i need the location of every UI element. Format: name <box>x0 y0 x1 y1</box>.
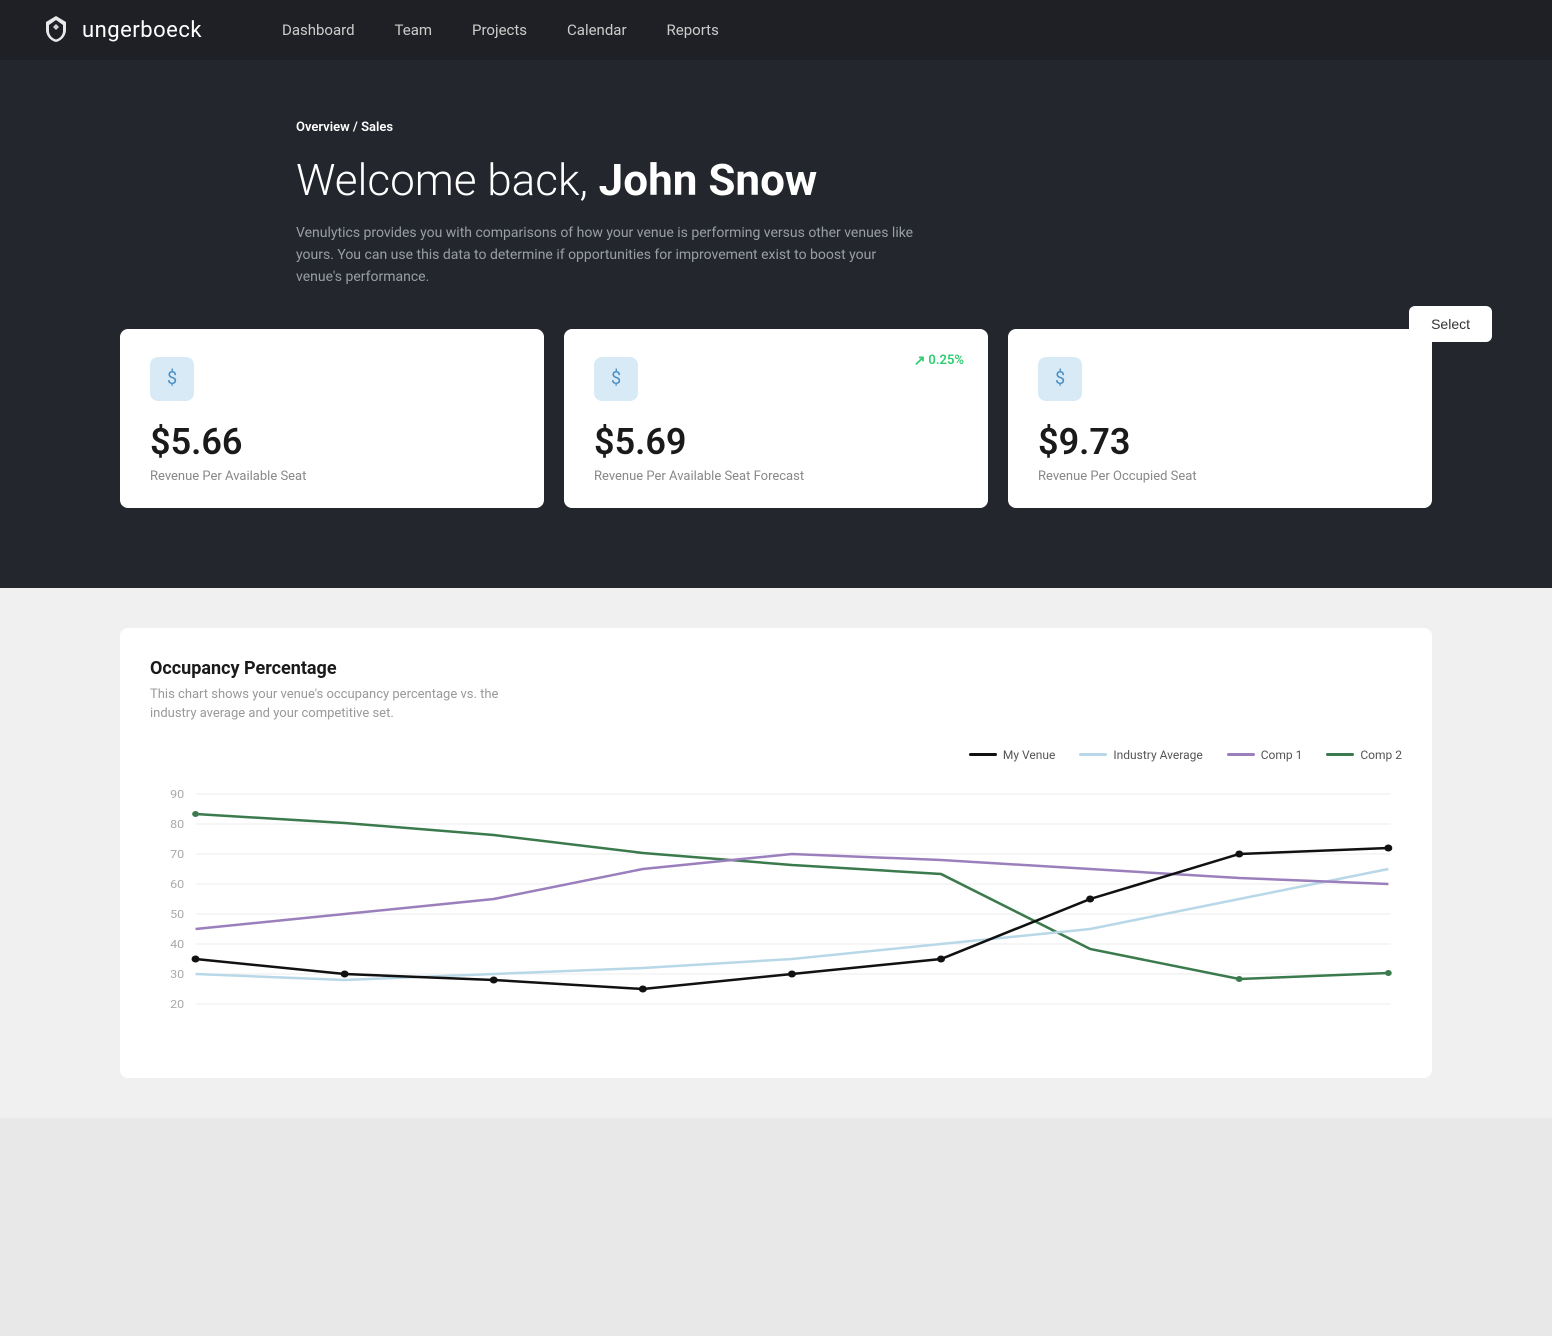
hero-description: Venulytics provides you with comparisons… <box>296 222 916 289</box>
point-c2-0 <box>192 811 199 817</box>
legend-comp1: Comp 1 <box>1227 748 1303 762</box>
svg-text:40: 40 <box>170 937 184 950</box>
svg-text:30: 30 <box>170 967 184 980</box>
breadcrumb-separator: / <box>353 120 361 135</box>
trend-up-icon: ↗ <box>914 353 926 369</box>
line-my-venue <box>196 848 1389 989</box>
metrics-row: $ $5.66 Revenue Per Available Seat $ ↗ 0… <box>0 329 1552 508</box>
main-nav: Dashboard Team Projects Calendar Reports <box>282 17 719 43</box>
point-mv-2 <box>490 976 498 983</box>
card-badge-revpar-forecast: ↗ 0.25% <box>914 353 964 369</box>
line-industry-avg <box>196 869 1389 980</box>
svg-text:20: 20 <box>170 997 184 1010</box>
legend-my-venue: My Venue <box>969 748 1055 762</box>
svg-text:80: 80 <box>170 817 184 830</box>
legend-label-comp1: Comp 1 <box>1261 748 1303 762</box>
line-chart-svg: 90 80 70 60 50 40 30 20 <box>150 774 1402 1054</box>
svg-text:50: 50 <box>170 907 184 920</box>
chart-description: This chart shows your venue's occupancy … <box>150 685 530 724</box>
point-c2-7 <box>1236 976 1243 982</box>
legend-label-my-venue: My Venue <box>1003 748 1055 762</box>
metric-card-revpar: $ $5.66 Revenue Per Available Seat <box>120 329 544 508</box>
svg-text:70: 70 <box>170 847 184 860</box>
point-mv-0 <box>192 955 200 962</box>
brand-name: ungerboeck <box>82 18 202 43</box>
legend-color-comp1 <box>1227 753 1255 756</box>
svg-text:90: 90 <box>170 787 184 800</box>
chart-container: 90 80 70 60 50 40 30 20 <box>150 774 1402 1058</box>
metric-card-revpos: $ $9.73 Revenue Per Occupied Seat <box>1008 329 1432 508</box>
nav-dashboard[interactable]: Dashboard <box>282 17 355 43</box>
breadcrumb-current: Sales <box>361 120 393 135</box>
card-value-revpar-forecast: $5.69 <box>594 421 958 463</box>
nav-reports[interactable]: Reports <box>667 17 719 43</box>
legend-color-comp2 <box>1326 753 1354 756</box>
point-mv-7 <box>1235 850 1243 857</box>
metric-card-revpar-forecast: $ ↗ 0.25% $5.69 Revenue Per Available Se… <box>564 329 988 508</box>
main-content: Occupancy Percentage This chart shows yo… <box>0 588 1552 1118</box>
breadcrumb-overview[interactable]: Overview <box>296 120 350 135</box>
hero-section: Overview / Sales Welcome back, John Snow… <box>0 60 1552 588</box>
legend-label-comp2: Comp 2 <box>1360 748 1402 762</box>
logo-icon <box>40 14 72 46</box>
point-mv-3 <box>639 985 647 992</box>
card-label-revpar-forecast: Revenue Per Available Seat Forecast <box>594 469 958 484</box>
card-value-revpos: $9.73 <box>1038 421 1402 463</box>
card-icon-revpos: $ <box>1038 357 1082 401</box>
point-mv-4 <box>788 970 796 977</box>
point-mv-1 <box>341 970 349 977</box>
title-name: John Snow <box>599 154 818 206</box>
card-icon-revpar-forecast: $ <box>594 357 638 401</box>
card-value-revpar: $5.66 <box>150 421 514 463</box>
navbar: ungerboeck Dashboard Team Projects Calen… <box>0 0 1552 60</box>
brand[interactable]: ungerboeck <box>40 14 202 46</box>
chart-title: Occupancy Percentage <box>150 658 1402 679</box>
point-mv-5 <box>937 955 945 962</box>
legend-label-industry-avg: Industry Average <box>1113 748 1202 762</box>
occupancy-chart-section: Occupancy Percentage This chart shows yo… <box>120 628 1432 1078</box>
line-comp2 <box>196 814 1389 979</box>
breadcrumb: Overview / Sales <box>296 120 1256 135</box>
page-title: Welcome back, John Snow <box>296 155 1256 206</box>
nav-projects[interactable]: Projects <box>472 17 527 43</box>
legend-industry-avg: Industry Average <box>1079 748 1202 762</box>
badge-value: 0.25% <box>928 353 964 368</box>
legend-color-my-venue <box>969 753 997 756</box>
legend-comp2: Comp 2 <box>1326 748 1402 762</box>
card-label-revpos: Revenue Per Occupied Seat <box>1038 469 1402 484</box>
svg-text:60: 60 <box>170 877 184 890</box>
point-mv-6 <box>1086 895 1094 902</box>
point-mv-8 <box>1384 844 1392 851</box>
nav-team[interactable]: Team <box>395 17 433 43</box>
point-c2-8 <box>1385 970 1392 976</box>
nav-calendar[interactable]: Calendar <box>567 17 627 43</box>
title-prefix: Welcome back, <box>296 154 599 206</box>
legend-color-industry-avg <box>1079 753 1107 756</box>
hero-content: Overview / Sales Welcome back, John Snow… <box>176 120 1376 289</box>
card-label-revpar: Revenue Per Available Seat <box>150 469 514 484</box>
card-icon-revpar: $ <box>150 357 194 401</box>
chart-legend: My Venue Industry Average Comp 1 Comp 2 <box>150 748 1402 762</box>
